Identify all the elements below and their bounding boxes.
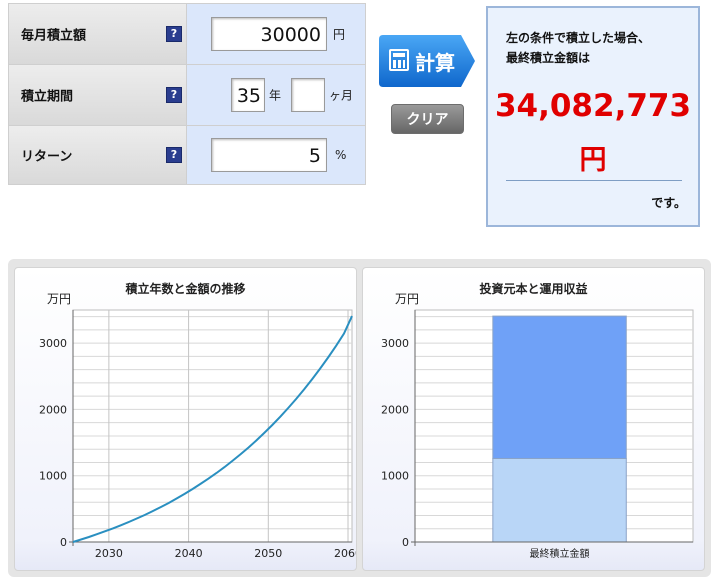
- value-cell: 30000 円: [187, 4, 365, 64]
- y-tick-label: 1000: [381, 470, 409, 483]
- value-cell: 35 年 ヶ月: [187, 65, 365, 125]
- breakdown-chart-plot: 0 1000 2000 3000 最終積立金額: [381, 309, 694, 560]
- y-tick-label: 2000: [39, 403, 67, 416]
- calculate-label: 計算: [415, 51, 455, 75]
- plot-area: [72, 309, 353, 543]
- growth-chart: 積立年数と金額の推移 万円 20302040205020600100020003…: [14, 267, 357, 571]
- growth-chart-plot: 2030 2040 2050 2060 0 1000 2000 3000: [39, 309, 356, 560]
- final-amount-unit: 円: [579, 145, 607, 176]
- row-monthly: 毎月積立額 ? 30000 円: [8, 4, 366, 64]
- x-category-label: 最終積立金額: [530, 547, 590, 560]
- label-cell: 毎月積立額 ?: [9, 4, 186, 64]
- calculator-icon: [389, 49, 409, 71]
- y-tick-label: 3000: [39, 337, 67, 350]
- x-tick-label: 2050: [254, 547, 282, 560]
- help-icon[interactable]: ?: [166, 87, 182, 103]
- y-tick-label: 3000: [381, 337, 409, 350]
- years-input[interactable]: 35: [231, 78, 265, 112]
- return-rate-input[interactable]: 5: [211, 138, 327, 172]
- result-divider: [506, 180, 682, 181]
- result-tail: です。: [651, 196, 686, 210]
- y-tick-label: 2000: [381, 403, 409, 416]
- breakdown-chart: 投資元本と運用収益 万円 0 1000 2000 3000 最終積立金額: [362, 267, 705, 571]
- label-cell: リターン ?: [9, 126, 186, 184]
- value-cell: 5 %: [187, 126, 365, 184]
- months-input[interactable]: [291, 78, 325, 112]
- y-tick-label: 0: [60, 536, 67, 549]
- result-line2: 最終積立金額は: [506, 51, 591, 65]
- principal-bar: [492, 457, 627, 543]
- label-cell: 積立期間 ?: [9, 65, 186, 125]
- result-panel: 左の条件で積立した場合、 最終積立金額は 34,082,773 円 です。: [486, 6, 700, 227]
- input-form: 毎月積立額 ? 30000 円 積立期間 ? 35 年 ヶ月 リターン ? 5 …: [8, 3, 366, 185]
- x-tick-label: 2030: [95, 547, 123, 560]
- result-line1: 左の条件で積立した場合、: [506, 31, 651, 45]
- result-condition: 左の条件で積立した場合、 最終積立金額は: [506, 28, 650, 68]
- monthly-amount-input[interactable]: 30000: [211, 17, 327, 51]
- help-icon[interactable]: ?: [166, 147, 182, 163]
- row-return: リターン ? 5 %: [8, 126, 366, 184]
- x-tick-label: 2060: [334, 547, 356, 560]
- clear-button[interactable]: クリア: [391, 104, 464, 134]
- months-unit: ヶ月: [329, 88, 354, 103]
- years-unit: 年: [269, 88, 282, 103]
- period-label: 積立期間: [21, 89, 74, 105]
- charts-panel: 積立年数と金額の推移 万円 20302040205020600100020003…: [8, 259, 711, 577]
- yen-unit: 円: [333, 27, 346, 42]
- final-amount: 34,082,773: [494, 88, 692, 124]
- percent-unit: %: [335, 148, 347, 162]
- row-period: 積立期間 ? 35 年 ヶ月: [8, 65, 366, 125]
- y-tick-label: 1000: [39, 470, 67, 483]
- monthly-label: 毎月積立額: [21, 28, 87, 44]
- x-tick-label: 2040: [175, 547, 203, 560]
- calculate-button[interactable]: 計算: [379, 35, 475, 87]
- profit-bar: [492, 315, 627, 459]
- help-icon[interactable]: ?: [166, 26, 182, 42]
- y-tick-label: 0: [402, 536, 409, 549]
- return-label: リターン: [21, 149, 73, 165]
